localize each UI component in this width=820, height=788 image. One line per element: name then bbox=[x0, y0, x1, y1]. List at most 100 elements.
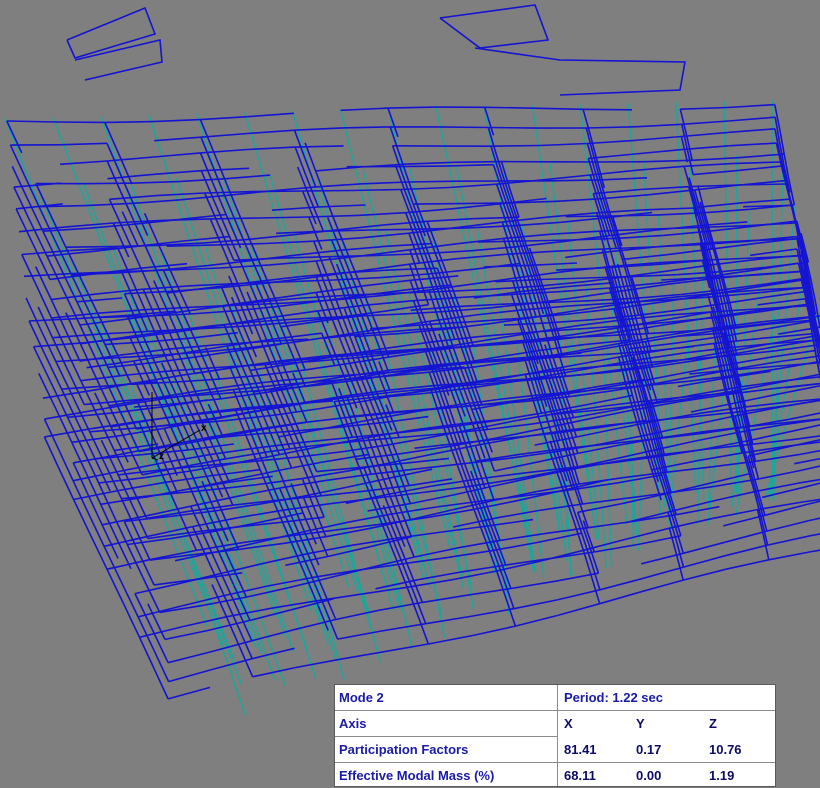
beam-line bbox=[811, 527, 820, 535]
deformed-shape-wireframe bbox=[0, 0, 820, 787]
beam-line bbox=[697, 453, 743, 461]
beam-line bbox=[316, 184, 362, 187]
beam-line bbox=[252, 648, 294, 658]
beam-line bbox=[154, 650, 169, 681]
beam-line bbox=[455, 304, 500, 306]
beam-line bbox=[162, 219, 211, 221]
beam-line bbox=[119, 154, 132, 184]
beam-line bbox=[642, 567, 684, 579]
beam-line bbox=[729, 143, 777, 146]
beam-line bbox=[135, 594, 152, 629]
beam-line bbox=[101, 504, 116, 535]
axis-z-label: z bbox=[159, 452, 164, 462]
beam-line bbox=[51, 300, 65, 331]
beam-line bbox=[538, 533, 582, 542]
table-row-participation: Participation Factors 81.41 0.17 10.76 bbox=[335, 737, 775, 762]
beam-line bbox=[381, 624, 425, 631]
beam-line bbox=[138, 324, 152, 356]
beam-line bbox=[341, 246, 386, 250]
beam-line bbox=[80, 325, 95, 356]
table-row-modal-mass: Effective Modal Mass (%) 68.11 0.00 1.19 bbox=[335, 763, 775, 788]
beam-line bbox=[33, 244, 50, 279]
beam-line bbox=[250, 313, 262, 342]
beam-line bbox=[586, 127, 634, 128]
beam-line bbox=[583, 498, 627, 504]
beam-line bbox=[378, 433, 390, 463]
beam-line bbox=[201, 150, 248, 153]
beam-line bbox=[649, 228, 698, 230]
beam-line bbox=[121, 582, 138, 617]
table-row-mode: Mode 2 Period: 1.22 sec bbox=[335, 685, 775, 710]
penthouse-frame bbox=[475, 48, 685, 95]
beam-line bbox=[429, 290, 438, 317]
beam-line bbox=[142, 348, 158, 382]
beam-line bbox=[82, 338, 130, 343]
beam-line bbox=[578, 504, 622, 513]
beam-line bbox=[641, 187, 689, 190]
structural-model-viewport[interactable]: x z bbox=[0, 0, 820, 787]
beam-line bbox=[107, 143, 120, 173]
beam-line bbox=[222, 288, 234, 317]
modal-mass-y-value: 0.00 bbox=[636, 768, 661, 783]
beam-line bbox=[337, 318, 349, 348]
beam-line bbox=[765, 505, 807, 516]
beam-line bbox=[708, 231, 717, 261]
beam-line bbox=[122, 272, 135, 302]
beam-line bbox=[66, 247, 113, 248]
beam-line bbox=[649, 190, 695, 195]
beam-line bbox=[308, 464, 321, 495]
beam-line bbox=[780, 356, 820, 362]
beam-line bbox=[68, 417, 84, 451]
beam-line bbox=[30, 221, 47, 256]
beam-line bbox=[558, 604, 600, 616]
beam-line bbox=[22, 255, 37, 288]
beam-line bbox=[140, 637, 155, 668]
beam-line bbox=[656, 433, 701, 438]
penthouse-frame bbox=[440, 5, 548, 48]
beam-line bbox=[36, 184, 50, 215]
beam-line bbox=[154, 668, 168, 699]
beam-line bbox=[316, 594, 362, 601]
beam-line bbox=[500, 534, 544, 541]
beam-line bbox=[750, 249, 797, 255]
beam-line bbox=[725, 531, 767, 542]
beam-line bbox=[45, 354, 62, 389]
penthouse-frame bbox=[67, 8, 155, 58]
beam-line bbox=[729, 117, 776, 121]
beam-line bbox=[515, 615, 557, 626]
beam-line bbox=[426, 617, 470, 624]
beam-line bbox=[794, 455, 820, 464]
beam-line bbox=[768, 536, 811, 545]
beam-line bbox=[684, 556, 726, 567]
beam-line bbox=[439, 127, 488, 128]
beam-line bbox=[683, 542, 725, 553]
beam-line bbox=[97, 415, 114, 451]
beam-line bbox=[122, 499, 136, 530]
beam-line bbox=[210, 218, 259, 219]
beam-line bbox=[755, 280, 802, 287]
beam-line bbox=[752, 263, 799, 270]
beam-line bbox=[803, 495, 820, 502]
beam-line bbox=[88, 512, 104, 546]
beam-line bbox=[168, 652, 210, 663]
beam-line bbox=[201, 168, 249, 170]
beam-line bbox=[514, 222, 561, 225]
beam-line bbox=[362, 233, 409, 238]
beam-line bbox=[221, 563, 264, 573]
axis-x-header: X bbox=[564, 716, 573, 731]
axis-x-label: x bbox=[201, 424, 207, 434]
beam-line bbox=[600, 579, 642, 590]
beam-line bbox=[410, 259, 457, 265]
beam-line bbox=[230, 368, 243, 400]
beam-line bbox=[409, 181, 457, 182]
beam-line bbox=[239, 544, 283, 550]
beam-line bbox=[384, 644, 428, 652]
beam-line bbox=[189, 505, 232, 511]
beam-line bbox=[392, 507, 437, 514]
beam-line bbox=[797, 433, 820, 439]
beam-line bbox=[641, 580, 683, 592]
beam-line bbox=[169, 670, 211, 682]
beam-line bbox=[59, 143, 107, 145]
beam-line bbox=[53, 338, 68, 370]
beam-line bbox=[603, 195, 649, 199]
